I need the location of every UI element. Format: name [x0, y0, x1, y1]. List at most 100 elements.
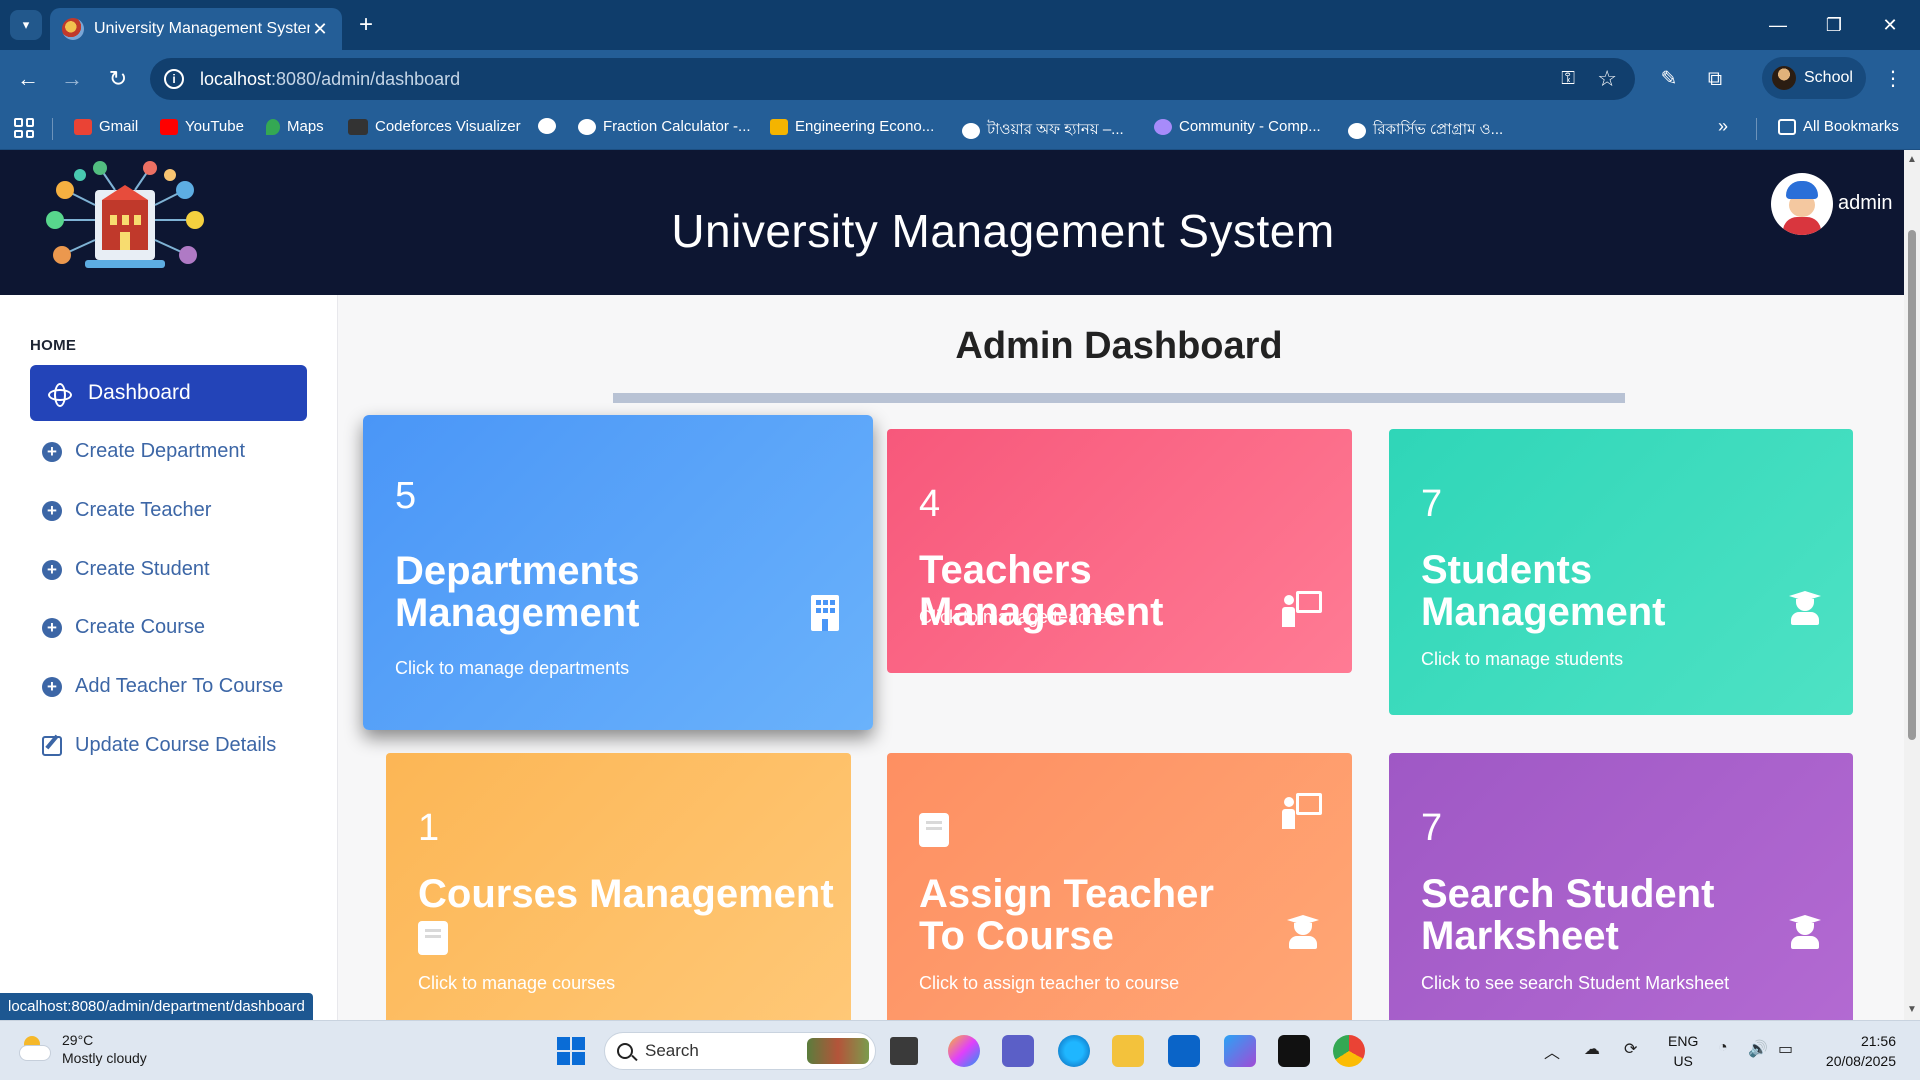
page-title: Admin Dashboard: [955, 325, 1283, 367]
windows-start-icon[interactable]: [557, 1037, 585, 1065]
tab-search-button[interactable]: ▾: [10, 10, 42, 40]
globe-icon: [578, 118, 596, 135]
clock-time: 21:56: [1860, 1033, 1896, 1049]
language-indicator[interactable]: ENG US: [1668, 1031, 1698, 1071]
pen-extension-icon[interactable]: ✎: [1654, 64, 1684, 94]
card-courses[interactable]: 1 Courses Management Click to manage cou…: [386, 753, 851, 1033]
bookmark-globe[interactable]: [538, 118, 563, 134]
bookmark-label: Engineering Econo...: [795, 118, 935, 135]
weather-temp: 29°C: [62, 1032, 94, 1048]
teams-icon[interactable]: [1002, 1035, 1034, 1067]
sidebar-item-dashboard[interactable]: Dashboard: [30, 365, 307, 421]
bookmark-hanoi[interactable]: টাওয়ার অফ হ্যানয় –...: [962, 118, 1124, 143]
teacher-icon: [1282, 793, 1322, 829]
sidebar-item-add-teacher-to-course[interactable]: + Add Teacher To Course: [42, 675, 283, 698]
card-title: Search Student Marksheet: [1421, 872, 1715, 958]
minimize-button[interactable]: —: [1750, 10, 1806, 40]
sync-icon[interactable]: ⟳: [1624, 1039, 1637, 1059]
bookmark-engineering[interactable]: Engineering Econo...: [770, 118, 934, 135]
show-hidden-icons-chevron-icon[interactable]: ︿: [1544, 1039, 1560, 1063]
site-info-icon[interactable]: i: [164, 69, 184, 89]
page-scrollbar[interactable]: ▲ ▼: [1904, 150, 1920, 1020]
admin-avatar[interactable]: [1771, 173, 1833, 235]
sidebar-item-create-student[interactable]: + Create Student: [42, 558, 210, 581]
intellij-icon[interactable]: [1278, 1035, 1310, 1067]
book-icon: [418, 921, 448, 955]
sidebar-item-create-course[interactable]: + Create Course: [42, 616, 205, 639]
new-tab-button[interactable]: +: [352, 12, 380, 40]
card-assign-teacher[interactable]: Assign Teacher To Course Click to assign…: [887, 753, 1352, 1033]
sidebar-item-create-department[interactable]: + Create Department: [42, 440, 245, 463]
bookmark-star-icon[interactable]: ☆: [1597, 66, 1617, 92]
copilot-icon[interactable]: [948, 1035, 980, 1067]
forward-button[interactable]: →: [56, 63, 88, 95]
profile-button[interactable]: School: [1762, 57, 1866, 99]
building-icon: [811, 595, 839, 631]
scrollbar-thumb[interactable]: [1908, 230, 1916, 740]
browser-menu-icon[interactable]: ⋮: [1878, 64, 1908, 94]
onedrive-cloud-icon[interactable]: ☁: [1584, 1039, 1600, 1059]
bookmark-recursive[interactable]: রিকার্সিভ প্রোগ্রাম ও...: [1348, 118, 1503, 143]
weather-condition: Mostly cloudy: [62, 1050, 147, 1066]
scroll-down-icon[interactable]: ▼: [1907, 1004, 1917, 1015]
tab-favicon-icon: [62, 18, 84, 40]
bookmark-label: রিকার্সিভ প্রোগ্রাম ও...: [1373, 121, 1504, 138]
tab-close-icon[interactable]: ✕: [310, 19, 330, 40]
profile-name: School: [1804, 69, 1853, 86]
bookmark-gmail[interactable]: Gmail: [74, 118, 138, 135]
file-explorer-icon[interactable]: [1112, 1035, 1144, 1067]
card-title: Departments Management: [395, 549, 640, 635]
sidebar-section-home: HOME: [30, 337, 77, 354]
system-clock[interactable]: 21:56 20/08/2025: [1816, 1031, 1896, 1071]
volume-icon[interactable]: 🔊: [1748, 1039, 1768, 1059]
main-content: Admin Dashboard 5 Departments Management…: [338, 295, 1904, 1033]
plus-circle-icon: +: [42, 617, 62, 638]
task-view-icon[interactable]: [890, 1037, 918, 1065]
globe-icon: [538, 118, 556, 134]
bookmark-community[interactable]: Community - Comp...: [1154, 118, 1321, 135]
browser-tab[interactable]: University Management System ✕: [50, 8, 342, 50]
weather-widget[interactable]: 29°C Mostly cloudy: [20, 1031, 147, 1067]
restore-button[interactable]: ❐: [1806, 10, 1862, 40]
extensions-puzzle-icon[interactable]: ⧉: [1700, 64, 1730, 94]
bookmark-youtube[interactable]: YouTube: [160, 118, 244, 135]
back-button[interactable]: ←: [12, 63, 44, 95]
bookmark-separator: [1756, 118, 1757, 140]
outlook-icon[interactable]: [1168, 1035, 1200, 1067]
more-bookmarks-chevron-icon[interactable]: »: [1718, 116, 1728, 137]
window-close-button[interactable]: ✕: [1862, 10, 1918, 40]
scroll-up-icon[interactable]: ▲: [1907, 154, 1917, 165]
sidebar-item-label: Create Student: [75, 558, 210, 580]
wifi-icon[interactable]: ◔: [1718, 1039, 1728, 1057]
plus-circle-icon: +: [42, 500, 62, 521]
sidebar: HOME Dashboard + Create Department + Cre…: [0, 295, 338, 1020]
plus-circle-icon: +: [42, 559, 62, 580]
taskbar-search[interactable]: Search: [604, 1032, 876, 1070]
address-bar[interactable]: i localhost:8080/admin/dashboard ⚿ ☆: [150, 58, 1635, 100]
card-title: Assign Teacher To Course: [919, 872, 1214, 958]
card-departments[interactable]: 5 Departments Management Click to manage…: [363, 415, 873, 730]
sidebar-item-create-teacher[interactable]: + Create Teacher: [42, 499, 211, 522]
card-search-marksheet[interactable]: 7 Search Student Marksheet Click to see …: [1389, 753, 1853, 1033]
card-teachers[interactable]: 4 Teachers Management Click to manage te…: [887, 429, 1352, 673]
book-icon: [919, 813, 949, 847]
globe-icon: [1348, 122, 1366, 139]
edge-icon[interactable]: [1058, 1035, 1090, 1067]
app-header: University Management System admin: [0, 150, 1904, 295]
bookmark-fraction[interactable]: Fraction Calculator -...: [578, 118, 751, 135]
all-bookmarks-folder[interactable]: All Bookmarks: [1778, 118, 1899, 135]
m365-icon[interactable]: [1224, 1035, 1256, 1067]
apps-grid-icon[interactable]: [14, 118, 34, 138]
battery-icon[interactable]: ▭: [1778, 1039, 1793, 1059]
sidebar-item-update-course-details[interactable]: Update Course Details: [42, 734, 276, 757]
browser-tab-bar: ▾ University Management System ✕ + — ❐ ✕: [0, 0, 1920, 50]
admin-username[interactable]: admin: [1838, 192, 1892, 215]
bookmark-codeforces[interactable]: Codeforces Visualizer: [348, 118, 521, 135]
teacher-icon: [1282, 591, 1322, 627]
card-students[interactable]: 7 Students Management Click to manage st…: [1389, 429, 1853, 715]
password-key-icon[interactable]: ⚿: [1561, 68, 1575, 89]
reload-button[interactable]: ↻: [102, 63, 134, 95]
bookmark-label: Maps: [287, 118, 324, 135]
bookmark-maps[interactable]: Maps: [266, 118, 324, 135]
chrome-icon[interactable]: [1333, 1035, 1365, 1067]
